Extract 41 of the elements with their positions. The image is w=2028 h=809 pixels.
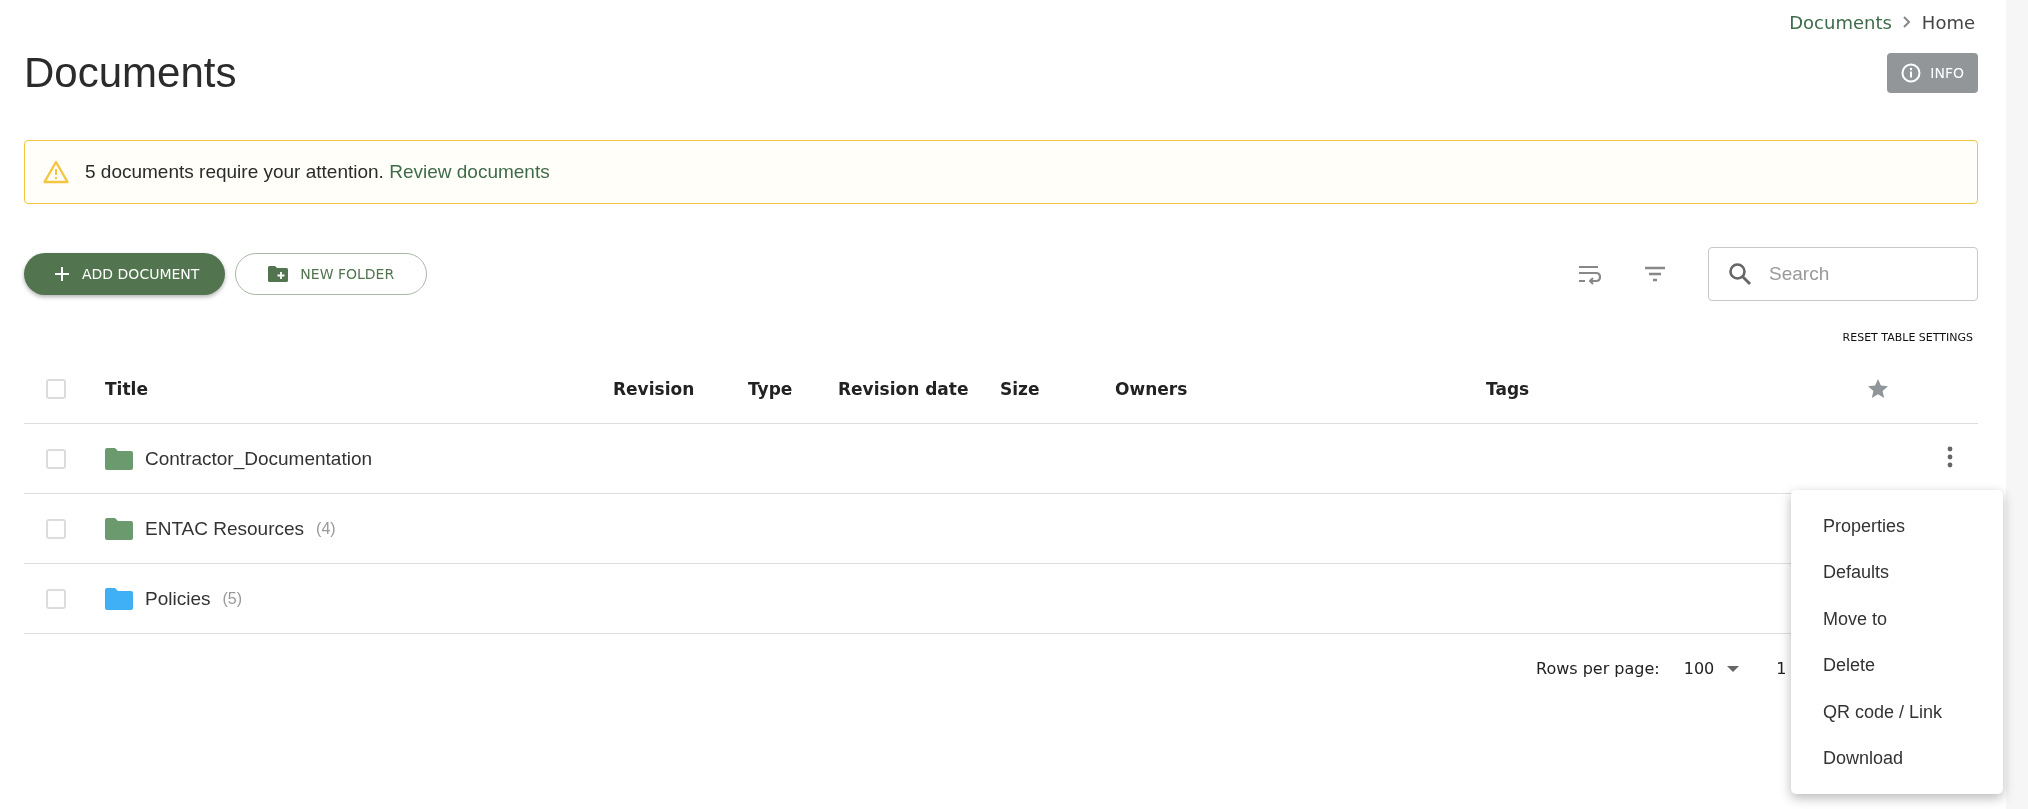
folder-name[interactable]: Contractor_Documentation [145,447,373,470]
plus-icon [54,266,70,282]
reset-table-settings-link[interactable]: RESET TABLE SETTINGS [1842,331,1973,344]
column-header[interactable]: Size [1000,378,1040,399]
row-checkbox[interactable] [46,448,66,469]
search-field[interactable]: Search [1708,247,1978,301]
menu-item[interactable]: Delete [1791,642,2003,689]
column-header[interactable]: Title [105,378,148,399]
column-header[interactable]: Type [748,378,793,399]
warning-icon [43,160,69,184]
menu-item[interactable]: Download [1791,734,2003,782]
column-header[interactable]: Owners [1115,378,1188,399]
column-header[interactable]: Revision date [838,378,969,399]
alert-message: 5 documents require your attention. Review documents [85,161,550,183]
menu-item[interactable]: Move to [1791,595,2003,643]
rows-per-page-select[interactable]: 100 [1683,659,1715,678]
column-header[interactable]: Tags [1486,378,1530,399]
info-icon [1901,63,1922,83]
page-range: 1 [1776,659,1787,678]
folder-name[interactable]: Policies [145,587,211,610]
menu-item[interactable]: Defaults [1791,549,2003,596]
folder-name[interactable]: ENTAC Resources [145,517,305,540]
row-checkbox[interactable] [46,518,66,539]
add-document-button[interactable]: ADD DOCUMENT [24,253,226,295]
chevron-icon [1901,15,1912,29]
rows-per-page-label: Rows per page: [1536,659,1660,678]
item-count: (5) [222,589,243,608]
breadcrumb-link[interactable]: Documents [1789,11,1892,33]
item-count: (4) [316,519,336,538]
page-title: Documents [24,49,237,97]
review-documents-link[interactable]: Review documents [389,161,550,182]
new-folder-button[interactable]: NEW FOLDER [235,253,428,295]
menu-item[interactable]: QR code / Link [1791,688,2003,735]
select-all-checkbox[interactable] [46,378,66,399]
menu-item[interactable]: Properties [1791,503,2003,550]
column-header[interactable]: Revision [613,378,695,399]
more-icon[interactable] [1947,444,1953,469]
folder-plus-icon [268,266,289,282]
breadcrumb-current: Home [1921,11,1975,33]
row-checkbox[interactable] [46,588,66,609]
dropdown-caret-icon[interactable] [1726,664,1741,673]
